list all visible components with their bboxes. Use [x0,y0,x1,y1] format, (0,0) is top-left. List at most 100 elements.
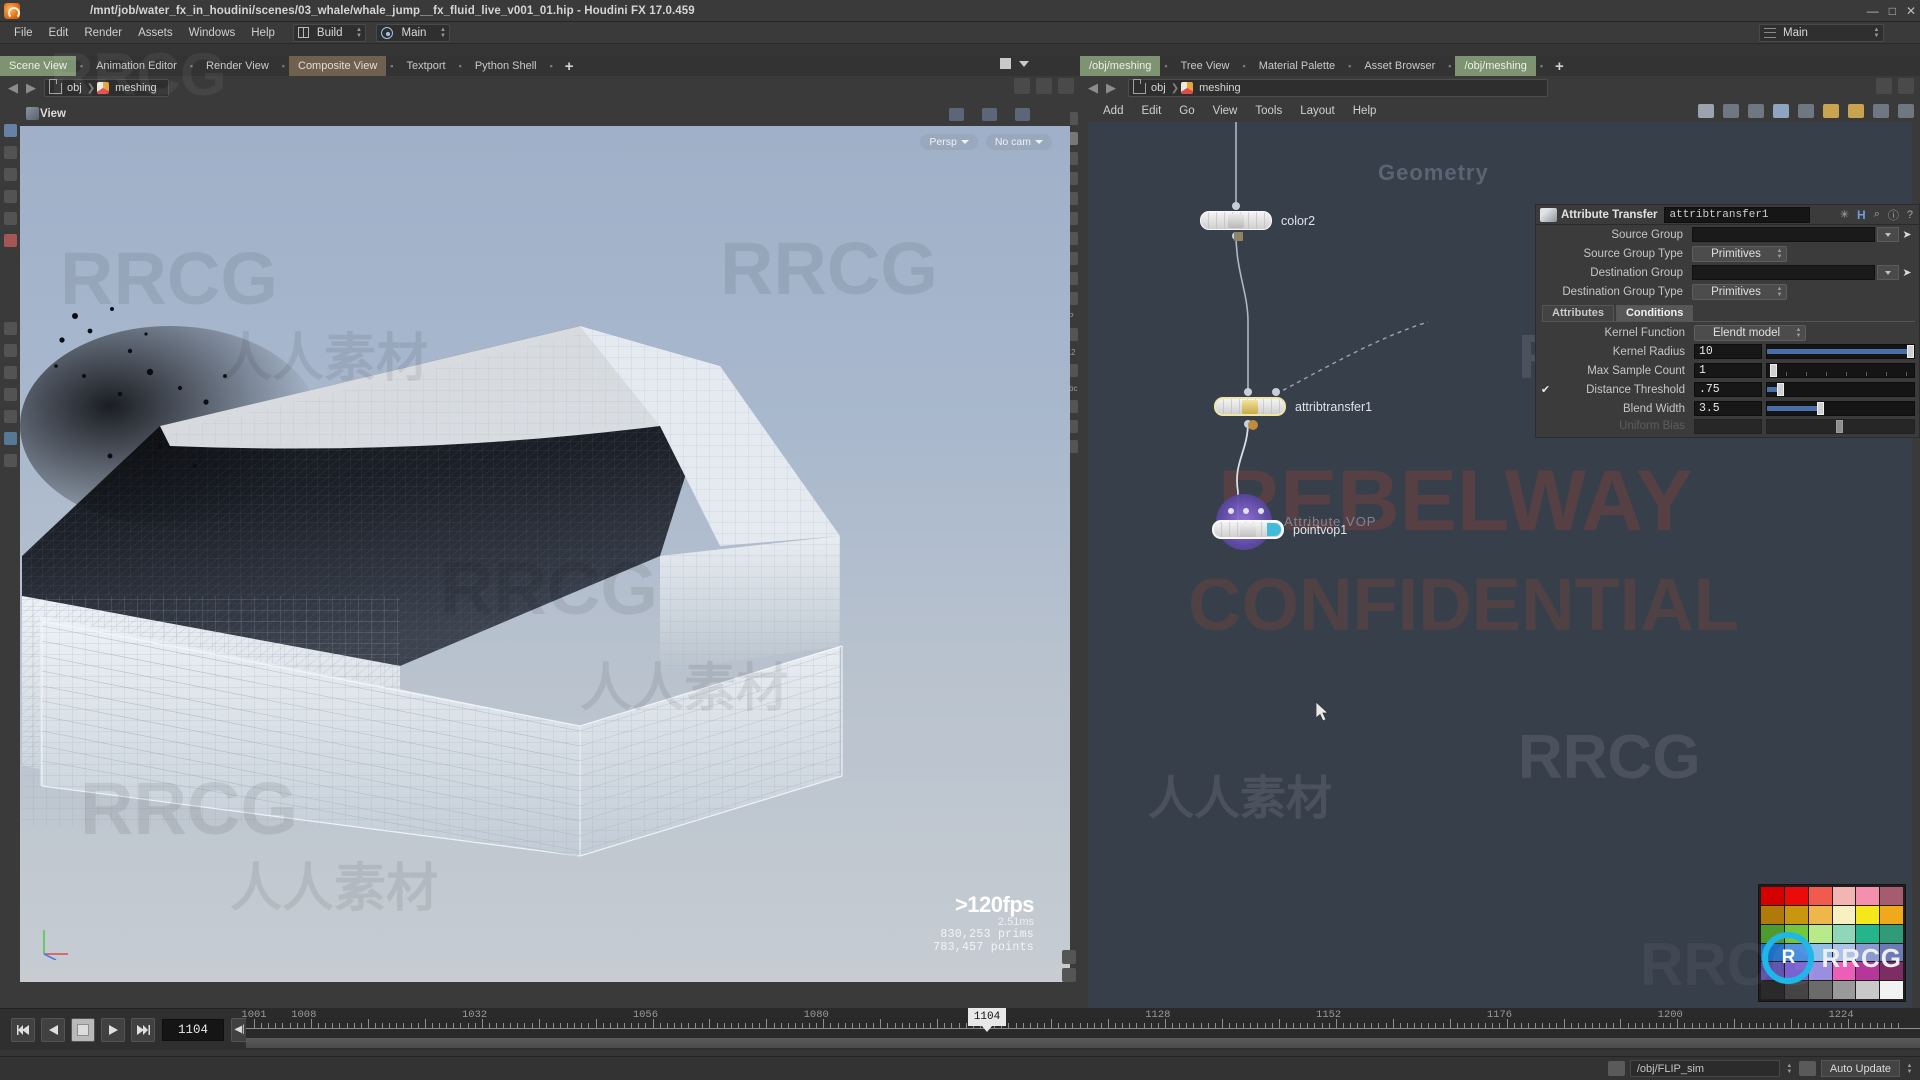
param-tab-conditions[interactable]: Conditions [1616,305,1693,321]
net-menu-go[interactable]: Go [1170,104,1203,118]
chevron-updown-icon[interactable]: ▲▼ [1785,1061,1794,1077]
slider-knob[interactable] [1777,383,1784,396]
pin-icon[interactable] [1014,78,1030,94]
panel-icon[interactable] [1748,104,1764,118]
palette-swatch[interactable] [1856,906,1879,924]
blend-width-checkbox[interactable] [1540,403,1551,414]
node-lock-icon[interactable] [1234,232,1243,241]
minimize-icon[interactable]: — [1867,0,1879,22]
kernel-function-menu[interactable]: Elendt model ▲▼ [1694,325,1806,341]
distance-threshold-value[interactable]: .75 [1694,382,1762,397]
palette-swatch[interactable] [1880,887,1903,905]
network-forward-button[interactable]: ▶ [1102,79,1120,97]
pane-menu-chevron-icon[interactable] [1019,61,1029,67]
grid-layout-icon[interactable] [1773,104,1789,118]
sync-icon[interactable] [1036,78,1052,94]
viewport-quad-icon[interactable] [1015,108,1030,121]
network-pin-icon[interactable] [1876,78,1892,94]
view-menu-icon[interactable] [26,107,39,120]
palette-swatch[interactable] [1809,906,1832,924]
list-icon[interactable] [1723,104,1739,118]
snapshot-icon[interactable] [1062,950,1076,964]
network-options-icon[interactable] [1898,78,1914,94]
update-mode-button[interactable]: Auto Update [1821,1060,1900,1077]
measure-tool-icon[interactable] [4,410,17,423]
move-tool-icon[interactable] [4,168,17,181]
timeline-scrubber[interactable] [246,1038,1920,1048]
palette-swatch[interactable] [1761,887,1784,905]
palette-swatch[interactable] [1833,906,1856,924]
net-menu-tools[interactable]: Tools [1246,104,1291,118]
tab-tree-view[interactable]: Tree View [1172,56,1239,76]
net-menu-add[interactable]: Add [1094,104,1132,118]
node-body[interactable] [1200,211,1272,230]
kernel-radius-slider[interactable] [1766,344,1915,359]
max-sample-count-value[interactable]: 1 [1694,363,1762,378]
jump-to-start-button[interactable] [11,1018,35,1042]
breadcrumb-obj[interactable]: obj [64,82,85,94]
scale-tool-icon[interactable] [4,212,17,225]
maximize-icon[interactable]: □ [1889,0,1896,22]
palette-swatch[interactable] [1761,906,1784,924]
forward-button[interactable]: ▶ [22,79,40,97]
network-back-button[interactable]: ◀ [1084,79,1102,97]
tab-material-palette[interactable]: Material Palette [1250,56,1344,76]
menu-file[interactable]: File [6,25,41,41]
node-icon[interactable] [1608,1061,1625,1076]
select-tool-icon[interactable] [4,124,17,137]
palette-swatch[interactable] [1833,887,1856,905]
edit-tool-icon[interactable] [4,322,17,335]
node-attribtransfer1[interactable]: attribtransfer1 [1214,397,1372,416]
camera-selector-button[interactable]: No cam [986,134,1052,150]
distance-threshold-checkbox[interactable]: ✔ [1540,384,1551,395]
tab-obj-meshing-2[interactable]: /obj/meshing [1455,56,1535,76]
soft-tool-icon[interactable] [4,388,17,401]
desktop-selector-right[interactable]: Main ▲▼ [1759,24,1884,42]
slider-knob[interactable] [1770,364,1777,377]
slider-knob[interactable] [1907,345,1914,358]
build-desktop-selector[interactable]: Build ▲▼ [293,24,367,42]
window-controls[interactable]: — □ ✕ [1867,0,1916,22]
help-icon[interactable]: ? [1907,209,1913,221]
menu-assets[interactable]: Assets [130,25,181,41]
palette-swatch[interactable] [1856,887,1879,905]
source-group-pick-button[interactable]: ➤ [1899,228,1915,241]
blend-width-slider[interactable] [1766,401,1915,416]
palette-swatch[interactable] [1785,906,1808,924]
chevron-updown-icon[interactable]: ▲▼ [1905,1061,1914,1077]
kernel-radius-value[interactable]: 10 [1694,344,1762,359]
kernel-radius-checkbox[interactable] [1540,346,1551,357]
scene-viewport[interactable]: Persp No cam >120fps 2.51ms [20,126,1070,982]
menu-help[interactable]: Help [243,25,283,41]
node-display-flag[interactable] [1267,523,1281,536]
folder-open-icon[interactable] [1848,104,1864,118]
search-icon[interactable]: ⌕ [1874,208,1880,221]
source-group-type-menu[interactable]: Primitives ▲▼ [1692,246,1787,262]
chevron-updown-icon[interactable]: ▲▼ [1872,25,1881,41]
tab-animation-editor[interactable]: Animation Editor [87,56,186,76]
node-color2[interactable]: color2 [1200,211,1315,230]
source-group-dropdown[interactable] [1877,227,1899,242]
snapshot-network-icon[interactable] [1873,104,1889,118]
destination-group-type-menu[interactable]: Primitives ▲▼ [1692,284,1787,300]
net-menu-layout[interactable]: Layout [1291,104,1344,118]
menu-render[interactable]: Render [76,25,130,41]
add-tab-button-right[interactable]: + [1547,56,1572,76]
timeline-ruler[interactable]: 1001100810321056108011281152117612001224… [246,1008,1920,1038]
tab-python-shell[interactable]: Python Shell [466,56,546,76]
network-breadcrumb[interactable]: obj ❯ meshing [1128,79,1548,97]
tab-render-view[interactable]: Render View [197,56,278,76]
palette-swatch[interactable] [1809,887,1832,905]
playhead[interactable]: 1104 [968,1008,1006,1026]
max-sample-count-slider[interactable] [1766,363,1915,378]
kernel-function-checkbox[interactable] [1540,327,1551,338]
net-breadcrumb-obj[interactable]: obj [1148,82,1169,94]
blend-width-value[interactable]: 3.5 [1694,401,1762,416]
distance-threshold-slider[interactable] [1766,382,1915,397]
node-body[interactable] [1214,397,1286,416]
tab-scene-view[interactable]: Scene View [0,56,76,76]
chevron-updown-icon[interactable]: ▲▼ [354,25,363,41]
wrench-icon[interactable] [1698,104,1714,118]
breadcrumb-meshing[interactable]: meshing [112,82,160,94]
param-tab-attributes[interactable]: Attributes [1542,305,1614,321]
